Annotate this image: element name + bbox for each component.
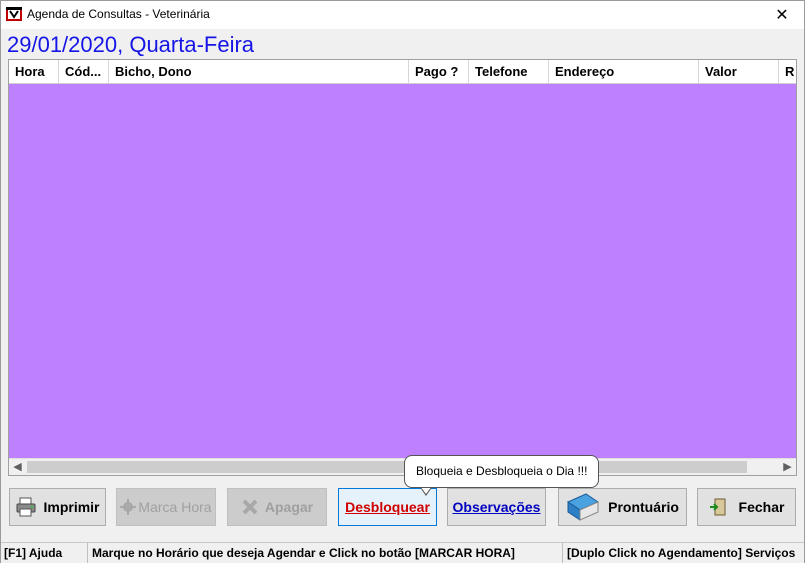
- window-title: Agenda de Consultas - Veterinária: [27, 7, 210, 21]
- gear-icon: [120, 499, 137, 515]
- grid-header: Hora Cód... Bicho, Dono Pago ? Telefone …: [9, 60, 796, 84]
- column-header-telefone[interactable]: Telefone: [469, 60, 549, 84]
- scroll-right-icon[interactable]: ▶: [779, 459, 796, 475]
- column-header-bicho-dono[interactable]: Bicho, Dono: [109, 60, 409, 84]
- desbloquear-label: Desbloquear: [345, 499, 430, 515]
- app-icon: [6, 7, 22, 21]
- apagar-label: Apagar: [264, 499, 314, 515]
- status-instruction: Marque no Horário que deseja Agendar e C…: [88, 543, 563, 563]
- column-header-codigo[interactable]: Cód...: [59, 60, 109, 84]
- fechar-button[interactable]: Fechar: [697, 488, 796, 526]
- column-header-pago[interactable]: Pago ?: [409, 60, 469, 84]
- status-hint: [Duplo Click no Agendamento] Serviços: [567, 546, 796, 560]
- printer-icon: [16, 497, 36, 517]
- exit-door-icon: [709, 498, 726, 516]
- prontuario-button[interactable]: Prontuário: [558, 488, 687, 526]
- status-help: [F1] Ajuda: [1, 543, 88, 563]
- desbloquear-tooltip: Bloqueia e Desbloqueia o Dia !!!: [404, 455, 600, 488]
- date-heading: 29/01/2020, Quarta-Feira: [7, 32, 255, 57]
- agenda-window: Agenda de Consultas - Veterinária ✕ 29/0…: [0, 0, 805, 563]
- imprimir-label: Imprimir: [43, 499, 100, 515]
- column-header-hora[interactable]: Hora: [9, 60, 59, 84]
- marca-hora-label: Marca Hora: [138, 499, 212, 515]
- close-button[interactable]: ✕: [760, 1, 804, 29]
- observacoes-button[interactable]: Observações: [447, 488, 546, 526]
- close-icon: ✕: [775, 7, 789, 24]
- scroll-left-icon[interactable]: ◀: [9, 459, 26, 475]
- marca-hora-button[interactable]: Marca Hora: [116, 488, 216, 526]
- status-bar: [F1] Ajuda Marque no Horário que deseja …: [1, 542, 804, 563]
- fechar-label: Fechar: [738, 499, 785, 515]
- column-header-r[interactable]: R: [779, 60, 796, 84]
- horizontal-scrollbar[interactable]: ◀ ▶: [9, 458, 796, 475]
- appointments-grid[interactable]: Hora Cód... Bicho, Dono Pago ? Telefone …: [8, 59, 797, 476]
- delete-x-icon: [242, 499, 258, 515]
- title-bar: Agenda de Consultas - Veterinária ✕: [1, 1, 804, 29]
- apagar-button[interactable]: Apagar: [227, 488, 327, 526]
- book-icon: [567, 493, 600, 521]
- column-header-endereco[interactable]: Endereço: [549, 60, 699, 84]
- imprimir-button[interactable]: Imprimir: [9, 488, 106, 526]
- prontuario-label: Prontuário: [608, 499, 679, 515]
- scrollbar-thumb[interactable]: [27, 461, 747, 473]
- observacoes-label: Observações: [452, 499, 541, 515]
- column-header-valor[interactable]: Valor: [699, 60, 779, 84]
